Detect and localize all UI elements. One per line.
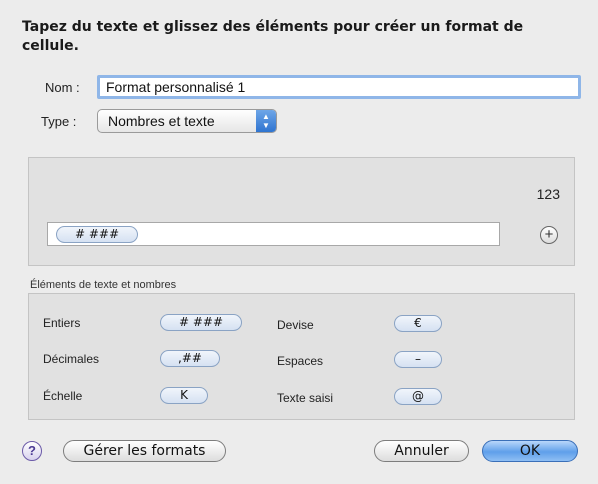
element-label-devise: Devise xyxy=(277,318,314,332)
type-select[interactable]: Nombres et texte ▲ ▼ xyxy=(97,109,277,133)
element-label-entiers: Entiers xyxy=(43,316,81,330)
format-preview-panel: 123 # ### + xyxy=(28,157,575,266)
dialog-heading: Tapez du texte et glissez des éléments p… xyxy=(22,19,524,54)
elements-panel: Entiers # ### Décimales ,## Échelle K De… xyxy=(28,293,575,420)
elements-section-label: Éléments de texte et nombres xyxy=(30,279,177,291)
name-input[interactable] xyxy=(97,75,581,99)
plus-icon[interactable]: + xyxy=(540,226,558,244)
format-token[interactable]: # ### xyxy=(56,226,138,243)
ok-button[interactable]: OK xyxy=(482,440,578,462)
element-token-entiers[interactable]: # ### xyxy=(160,314,242,331)
element-label-echelle: Échelle xyxy=(43,389,83,403)
element-token-espaces[interactable]: – xyxy=(394,351,442,368)
manage-formats-button[interactable]: Gérer les formats xyxy=(63,440,226,462)
help-button[interactable]: ? xyxy=(22,441,42,461)
type-label: Type : xyxy=(41,114,77,129)
element-label-texte-saisi: Texte saisi xyxy=(277,391,334,405)
up-down-arrows-icon: ▲ ▼ xyxy=(256,110,276,132)
element-token-decimales[interactable]: ,## xyxy=(160,350,220,367)
element-label-decimales: Décimales xyxy=(43,352,100,366)
preview-sample-value: 123 xyxy=(536,186,560,202)
element-token-echelle[interactable]: K xyxy=(160,387,208,404)
name-label: Nom : xyxy=(45,80,80,95)
cancel-button[interactable]: Annuler xyxy=(374,440,469,462)
question-icon: ? xyxy=(28,443,36,458)
type-select-value: Nombres et texte xyxy=(108,113,215,129)
format-editor-field[interactable]: # ### xyxy=(47,222,500,246)
element-label-espaces: Espaces xyxy=(277,354,324,368)
element-token-devise[interactable]: € xyxy=(394,315,442,332)
element-token-texte-saisi[interactable]: @ xyxy=(394,388,442,405)
